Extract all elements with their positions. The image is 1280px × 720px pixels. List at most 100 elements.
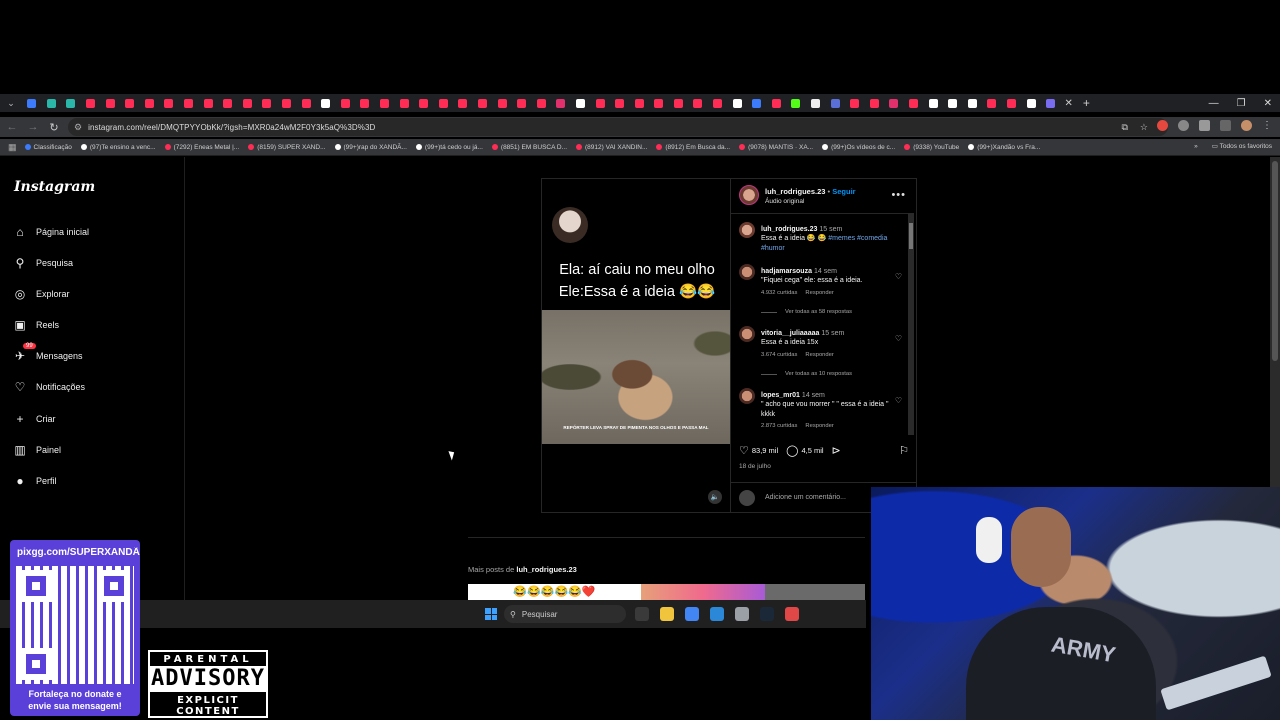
tab-favicon-icon[interactable] xyxy=(791,98,801,108)
url-text[interactable]: instagram.com/reel/DMQTPYYObKk/?igsh=MXR… xyxy=(88,123,375,132)
tab-favicon-icon[interactable] xyxy=(752,98,762,108)
tab-favicon-icon[interactable] xyxy=(262,98,272,108)
menu-kebab-icon[interactable]: ⋮ xyxy=(1262,120,1272,131)
like-button[interactable]: ♡ 83,9 mil xyxy=(739,444,778,457)
reply-button[interactable]: Responder xyxy=(805,352,833,358)
taskbar-app-icon[interactable] xyxy=(635,607,649,621)
back-icon[interactable]: ← xyxy=(3,121,21,133)
tab-favicon-icon[interactable] xyxy=(634,98,644,108)
taskbar-app-icon[interactable] xyxy=(785,607,799,621)
tab-favicon-icon[interactable] xyxy=(1006,98,1016,108)
view-replies-button[interactable]: Ver todas as 58 respostas xyxy=(761,309,852,315)
bookmark-item[interactable]: (7292) Eneas Metal |... xyxy=(164,144,239,151)
post-thumbnail[interactable] xyxy=(641,584,765,600)
apps-grid-icon[interactable]: ▦ xyxy=(8,142,17,153)
taskbar-app-icon[interactable] xyxy=(760,607,774,621)
view-replies-button[interactable]: Ver todas as 10 respostas xyxy=(761,371,852,377)
bookmark-item[interactable]: (99+)rap do XANDÃ... xyxy=(334,144,407,151)
tab-favicon-icon[interactable] xyxy=(46,98,56,108)
nav-item-search[interactable]: ⚲ Pesquisa xyxy=(13,256,73,270)
windows-start-icon[interactable] xyxy=(485,608,497,620)
tab-favicon-icon[interactable] xyxy=(771,98,781,108)
bookmark-item[interactable]: (97)Te ensino a venc... xyxy=(80,144,156,151)
nav-item-home[interactable]: ⌂ Página inicial xyxy=(13,225,89,239)
commenter-avatar[interactable] xyxy=(739,388,755,404)
comment-username[interactable]: vitoria__juliaaaaa xyxy=(761,330,819,337)
commenter-avatar[interactable] xyxy=(739,264,755,280)
extension-icon[interactable] xyxy=(1178,120,1189,131)
extension-icon[interactable] xyxy=(1157,120,1168,131)
nav-item-reels[interactable]: ▣ Reels xyxy=(13,318,59,332)
tab-favicon-icon[interactable] xyxy=(477,98,487,108)
nav-item-messenger[interactable]: ✈ 99 Mensagens xyxy=(13,343,83,363)
caption-username[interactable]: luh_rodrigues.23 xyxy=(761,226,817,233)
audio-label[interactable]: Áudio original xyxy=(765,198,856,205)
comment-username[interactable]: hadjamarsouza xyxy=(761,268,812,275)
tab-favicon-icon[interactable] xyxy=(438,98,448,108)
tab-favicon-icon[interactable] xyxy=(419,98,429,108)
tab-favicon-icon[interactable] xyxy=(1026,98,1036,108)
forward-icon[interactable]: → xyxy=(24,121,42,133)
tab-favicon-icon[interactable] xyxy=(713,98,723,108)
tab-favicon-icon[interactable] xyxy=(105,98,115,108)
tab-favicon-icon[interactable] xyxy=(693,98,703,108)
tab-favicon-icon[interactable] xyxy=(1046,98,1056,108)
instagram-logo[interactable]: Instagram xyxy=(14,179,95,195)
tab-favicon-icon[interactable] xyxy=(360,98,370,108)
post-thumbnail[interactable]: 😂😂😂😂😂❤️ xyxy=(468,584,641,600)
media-icon[interactable] xyxy=(1220,120,1231,131)
site-info-icon[interactable]: ⚙ xyxy=(74,122,82,133)
tab-favicon-icon[interactable] xyxy=(242,98,252,108)
bookmark-item[interactable]: (8912) Em Busca da... xyxy=(656,144,730,151)
tab-favicon-icon[interactable] xyxy=(987,98,997,108)
comment-like-icon[interactable]: ♡ xyxy=(895,396,902,405)
nav-item-profile[interactable]: ● Perfil xyxy=(13,474,56,488)
install-app-icon[interactable]: ⧉ xyxy=(1121,122,1127,133)
tab-favicon-icon[interactable] xyxy=(497,98,507,108)
tab-favicon-icon[interactable] xyxy=(164,98,174,108)
close-window-icon[interactable]: ✕ xyxy=(1264,98,1272,109)
tab-favicon-icon[interactable] xyxy=(321,98,331,108)
commenter-avatar[interactable] xyxy=(739,326,755,342)
tab-favicon-icon[interactable] xyxy=(144,98,154,108)
author-avatar[interactable] xyxy=(739,222,755,238)
add-comment-placeholder[interactable]: Adicione um comentário... xyxy=(765,494,846,501)
bookmark-item[interactable]: (9078) MANTIS · XA... xyxy=(739,144,813,151)
bookmarks-overflow-icon[interactable]: » xyxy=(1194,143,1198,150)
bookmark-item[interactable]: (8851) EM BUSCA D... xyxy=(491,144,567,151)
tab-favicon-icon[interactable] xyxy=(184,98,194,108)
restore-icon[interactable]: ❐ xyxy=(1237,98,1246,109)
tab-favicon-icon[interactable] xyxy=(379,98,389,108)
bookmark-item[interactable]: Classificação xyxy=(24,144,72,151)
bookmark-item[interactable]: (99+)Xandão vs Fra... xyxy=(968,144,1040,151)
tab-favicon-icon[interactable] xyxy=(732,98,742,108)
nav-item-dashboard[interactable]: ▥ Painel xyxy=(13,443,61,457)
nav-item-compass[interactable]: ◎ Explorar xyxy=(13,287,70,301)
tab-favicon-icon[interactable] xyxy=(282,98,292,108)
taskbar-app-icon[interactable] xyxy=(735,607,749,621)
bookmark-item[interactable]: (8912) VAI XANDIN... xyxy=(576,144,647,151)
tab-favicon-icon[interactable] xyxy=(850,98,860,108)
comment-like-icon[interactable]: ♡ xyxy=(895,272,902,281)
tab-favicon-icon[interactable] xyxy=(595,98,605,108)
taskbar-app-icon[interactable] xyxy=(710,607,724,621)
address-bar[interactable]: ⚙ instagram.com/reel/DMQTPYYObKk/?igsh=M… xyxy=(68,118,1168,136)
mute-icon[interactable]: 🔈 xyxy=(708,490,722,504)
reply-button[interactable]: Responder xyxy=(805,290,833,296)
tab-favicon-icon[interactable] xyxy=(27,98,37,108)
tab-favicon-icon[interactable] xyxy=(301,98,311,108)
bookmark-item[interactable]: (99+)Os vídeos de c... xyxy=(822,144,895,151)
bookmark-item[interactable]: (9338) YouTube xyxy=(904,144,959,151)
comments-scrollbar[interactable] xyxy=(908,213,914,435)
comment-username[interactable]: lopes_mr01 xyxy=(761,392,800,399)
save-bookmark-icon[interactable]: ⚐ xyxy=(899,444,909,457)
new-tab-icon[interactable]: + xyxy=(1083,96,1090,110)
reply-button[interactable]: Responder xyxy=(805,423,833,429)
tab-favicon-icon[interactable] xyxy=(575,98,585,108)
tab-favicon-icon[interactable] xyxy=(458,98,468,108)
post-thumbnail[interactable] xyxy=(765,584,865,600)
reel-video[interactable]: Ela: aí caiu no meu olho Ele:Essa é a id… xyxy=(542,179,730,512)
tab-favicon-icon[interactable] xyxy=(340,98,350,108)
close-tab-icon[interactable]: ✕ xyxy=(1064,98,1072,109)
profile-avatar[interactable] xyxy=(1241,120,1252,131)
